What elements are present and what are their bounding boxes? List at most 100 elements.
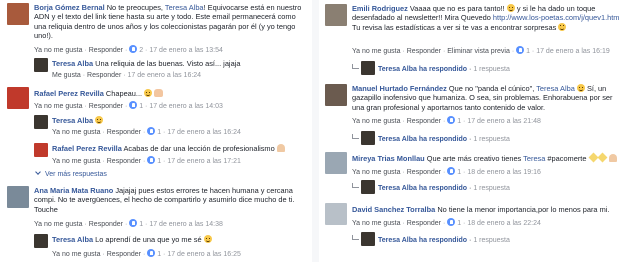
like-count[interactable]: 1 (526, 48, 530, 55)
avatar[interactable] (325, 203, 347, 225)
unlike-button[interactable]: Ya no me gusta (52, 158, 101, 165)
timestamp[interactable]: 17 de enero a las 14:38 (149, 221, 223, 228)
reply-actions: Me gusta · Responder · 17 de enero a las… (52, 72, 202, 79)
like-icon (147, 127, 156, 135)
comment-actions: Ya no me gusta · Responder · 1 · 18 de e… (352, 167, 541, 176)
replies-summary[interactable]: Teresa Alba ha respondido · 1 respuesta (352, 61, 510, 75)
external-link[interactable]: http://www.los-poetas.com/j/quev1.htm (493, 13, 620, 22)
see-more-replies-link[interactable]: Ver más respuestas (35, 169, 107, 178)
replies-summary[interactable]: Teresa Alba ha respondido · 1 respuesta (352, 180, 510, 194)
avatar[interactable] (7, 186, 29, 208)
timestamp[interactable]: 17 de enero a las 13:54 (149, 47, 223, 54)
like-count[interactable]: 1 (157, 158, 161, 165)
unlike-button[interactable]: Ya no me gusta (34, 103, 83, 110)
avatar[interactable] (34, 115, 48, 129)
smiley-icon (558, 22, 567, 31)
reply-button[interactable]: Responder (107, 251, 141, 258)
commenter-name[interactable]: Emili Rodriguez (352, 4, 408, 13)
remove-preview-button[interactable]: Eliminar vista previa (447, 48, 510, 55)
unlike-button[interactable]: Ya no me gusta (352, 48, 401, 55)
commenter-name[interactable]: Ana Maria Mata Ruano (34, 186, 113, 195)
like-count[interactable]: 1 (139, 221, 143, 228)
reply-button[interactable]: Responder (107, 129, 141, 136)
commenter-name[interactable]: Teresa Alba (52, 59, 93, 68)
unlike-button[interactable]: Ya no me gusta (352, 169, 401, 176)
reply-button[interactable]: Responder (89, 103, 123, 110)
timestamp[interactable]: 17 de enero a las 17:21 (167, 158, 241, 165)
reply-body: Teresa Alba Una reliquia de las buenas. … (52, 59, 241, 68)
timestamp[interactable]: 18 de enero a las 22:24 (467, 220, 541, 227)
reply-button[interactable]: Responder (89, 47, 123, 54)
like-count[interactable]: 1 (157, 129, 161, 136)
like-icon (129, 45, 138, 53)
reply-button[interactable]: Responder (107, 158, 141, 165)
like-count[interactable]: 2 (139, 47, 143, 54)
unlike-button[interactable]: Ya no me gusta (52, 129, 101, 136)
reply-button[interactable]: Responder (87, 72, 121, 79)
like-icon (447, 116, 456, 124)
reply-body: Rafael Perez Revilla Acabas de dar una l… (52, 144, 300, 153)
reply-actions: Ya no me gusta · Responder · 1 · 17 de e… (52, 156, 241, 165)
unlike-button[interactable]: Ya no me gusta (34, 47, 83, 54)
timestamp[interactable]: 17 de enero a las 16:24 (128, 72, 202, 79)
commenter-name[interactable]: Teresa Alba (52, 116, 93, 125)
avatar[interactable] (325, 152, 347, 174)
comment-body: Emili Rodriguez Vaaaa que no es para tan… (352, 4, 620, 32)
reply-button[interactable]: Responder (407, 220, 441, 227)
chevron-down-icon (35, 169, 41, 175)
comments-column-left: Borja Gómez Bernal No te preocupes, Tere… (0, 0, 312, 262)
commenter-name[interactable]: Manuel Hurtado Fernández (352, 84, 447, 93)
replies-summary[interactable]: Teresa Alba ha respondido · 1 respuesta (352, 232, 510, 246)
comment-body: Rafael Perez Revilla Chapeau... (34, 89, 303, 98)
timestamp[interactable]: 17 de enero a las 16:19 (536, 48, 610, 55)
commenter-name[interactable]: David Sanchez Torralba (352, 205, 435, 214)
avatar[interactable] (325, 84, 347, 106)
avatar[interactable] (34, 234, 48, 248)
like-count[interactable]: 1 (457, 118, 461, 125)
reply-button[interactable]: Responder (89, 221, 123, 228)
smiley-icon (203, 235, 212, 243)
avatar[interactable] (7, 3, 29, 25)
commenter-name[interactable]: Teresa Alba (52, 235, 93, 244)
comment-actions: Ya no me gusta · Responder · 1 · 17 de e… (34, 101, 223, 110)
avatar[interactable] (7, 87, 29, 109)
reply-actions: Ya no me gusta · Responder · 1 · 17 de e… (52, 249, 241, 258)
mention-link[interactable]: Teresa (523, 154, 545, 163)
like-count[interactable]: 1 (157, 251, 161, 258)
like-count[interactable]: 1 (139, 103, 143, 110)
timestamp[interactable]: 18 de enero a las 19:16 (467, 169, 541, 176)
unlike-button[interactable]: Ya no me gusta (352, 220, 401, 227)
like-button[interactable]: Me gusta (52, 72, 81, 79)
reply-button[interactable]: Responder (407, 48, 441, 55)
timestamp[interactable]: 17 de enero a las 14:03 (149, 103, 223, 110)
commenter-name[interactable]: Rafael Perez Revilla (34, 89, 104, 98)
comment-body: Manuel Hurtado Fernández Que no "panda e… (352, 84, 613, 112)
avatar[interactable] (325, 4, 347, 26)
avatar[interactable] (34, 143, 48, 157)
avatar[interactable] (34, 58, 48, 72)
comment-actions: Ya no me gusta · Responder · 1 · 17 de e… (34, 219, 223, 228)
comment-actions: Ya no me gusta · Responder · 1 · 17 de e… (352, 116, 541, 125)
mention-link[interactable]: Teresa Alba (536, 84, 575, 93)
comment-actions: Ya no me gusta · Responder · Eliminar vi… (352, 46, 610, 55)
smiley-icon (576, 84, 585, 92)
commenter-name[interactable]: Mireya Trias Monllau (352, 154, 425, 163)
unlike-button[interactable]: Ya no me gusta (52, 251, 101, 258)
like-count[interactable]: 1 (457, 169, 461, 176)
replies-summary[interactable]: Teresa Alba ha respondido · 1 respuesta (352, 131, 510, 145)
timestamp[interactable]: 17 de enero a las 16:25 (167, 251, 241, 258)
unlike-button[interactable]: Ya no me gusta (352, 118, 401, 125)
reply-button[interactable]: Responder (407, 118, 441, 125)
avatar (361, 131, 375, 145)
commenter-name[interactable]: Borja Gómez Bernal (34, 3, 105, 12)
mention-link[interactable]: Teresa Alba (165, 3, 204, 12)
reply-body: Teresa Alba Lo aprendí de una que yo me … (52, 235, 300, 244)
reply-button[interactable]: Responder (407, 169, 441, 176)
like-count[interactable]: 1 (457, 220, 461, 227)
avatar (361, 61, 375, 75)
timestamp[interactable]: 17 de enero a las 21:48 (467, 118, 541, 125)
unlike-button[interactable]: Ya no me gusta (34, 221, 83, 228)
avatar (361, 232, 375, 246)
commenter-name[interactable]: Rafael Perez Revilla (52, 144, 122, 153)
timestamp[interactable]: 17 de enero a las 16:24 (167, 129, 241, 136)
